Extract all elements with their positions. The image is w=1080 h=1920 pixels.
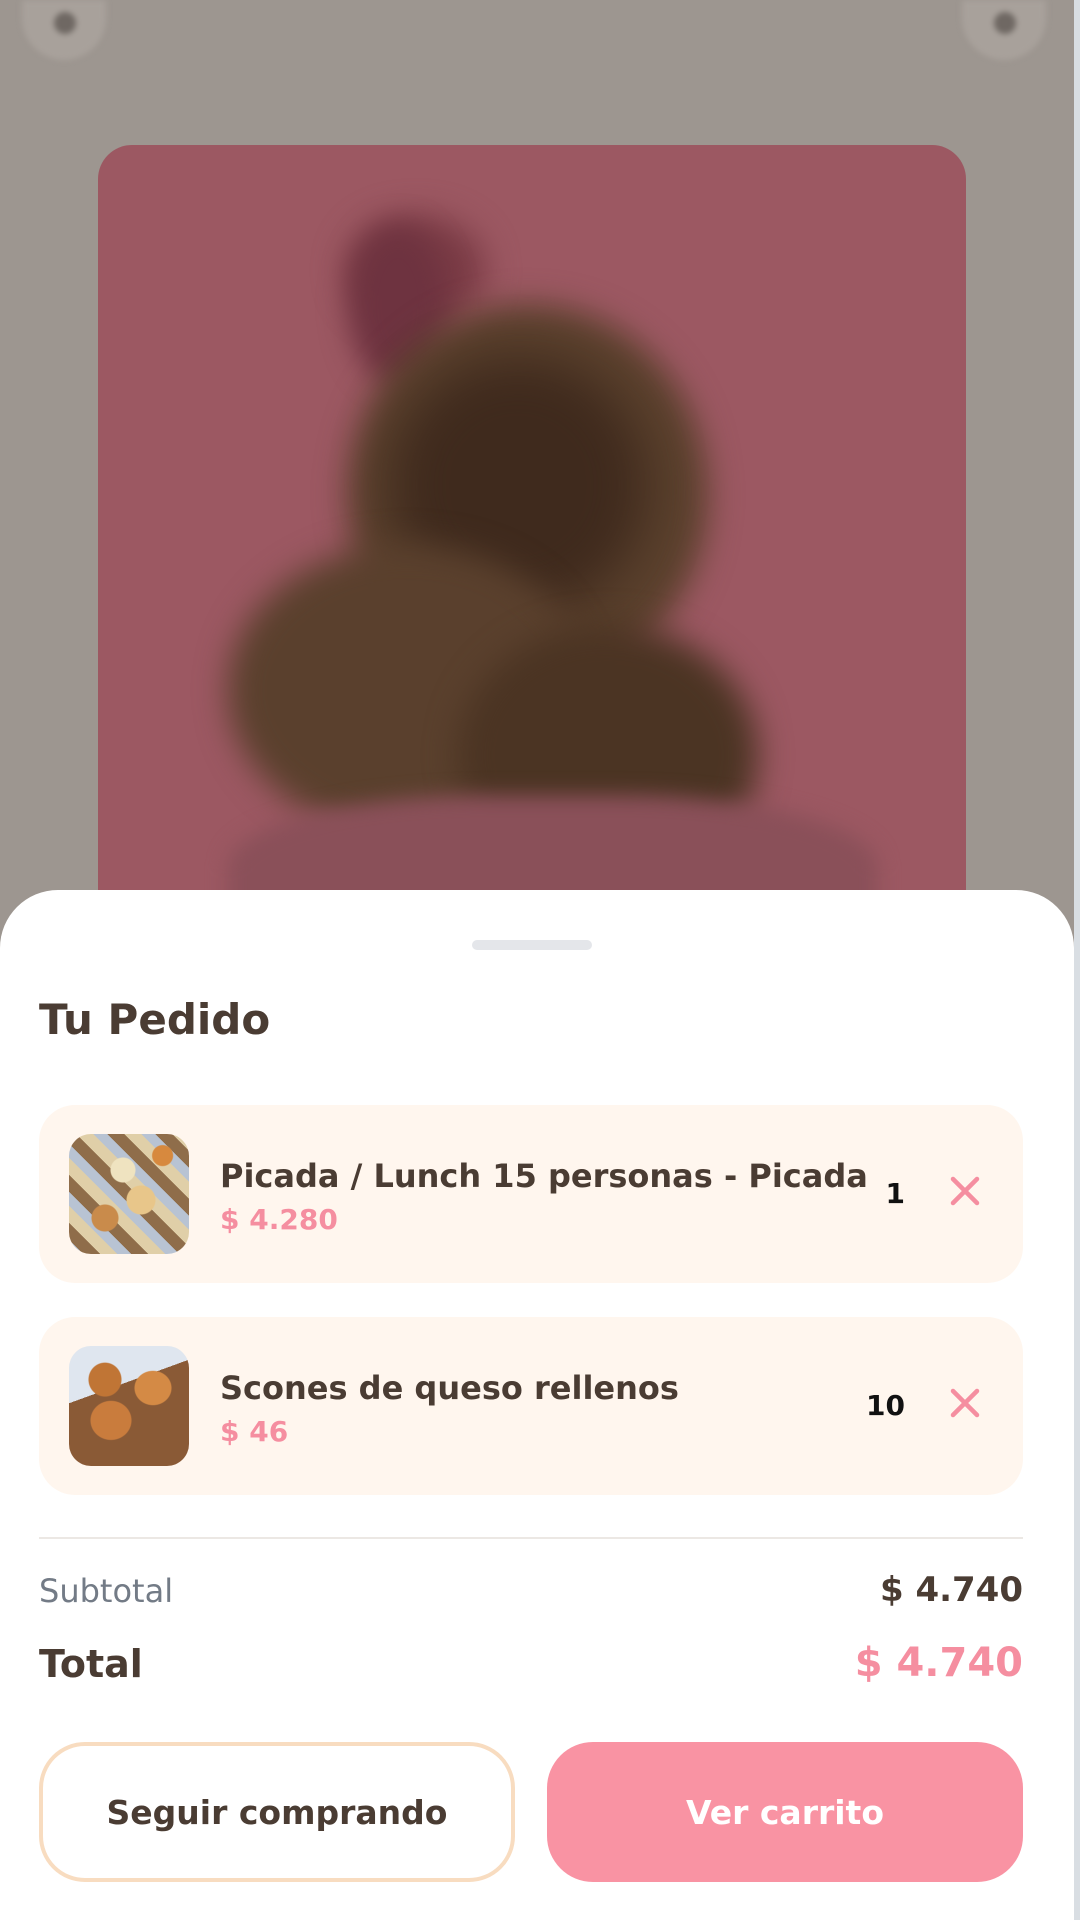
total-label: Total <box>39 1642 143 1686</box>
item-name: Picada / Lunch 15 personas - Picada <box>220 1157 868 1195</box>
subtotal-label: Subtotal <box>39 1572 174 1610</box>
item-thumbnail <box>69 1134 189 1254</box>
favorite-button[interactable] <box>962 0 1046 60</box>
back-button[interactable] <box>22 0 106 60</box>
close-icon <box>950 1176 980 1206</box>
item-quantity: 10 <box>866 1389 905 1422</box>
total-value: $ 4.740 <box>854 1640 1023 1686</box>
remove-item-button[interactable] <box>947 1385 983 1421</box>
remove-item-button[interactable] <box>947 1173 983 1209</box>
sheet-drag-handle[interactable] <box>472 940 592 950</box>
item-price: $ 4.280 <box>220 1203 338 1236</box>
item-name: Scones de queso rellenos <box>220 1369 679 1407</box>
scrollbar-edge <box>1074 0 1080 1920</box>
continue-shopping-button[interactable]: Seguir comprando <box>39 1742 515 1882</box>
close-icon <box>950 1388 980 1418</box>
view-cart-button[interactable]: Ver carrito <box>547 1742 1023 1882</box>
item-price: $ 46 <box>220 1415 289 1448</box>
subtotal-value: $ 4.740 <box>879 1570 1023 1610</box>
item-thumbnail <box>69 1346 189 1466</box>
order-bottom-sheet: Tu Pedido Picada / Lunch 15 personas - P… <box>0 890 1074 1920</box>
cart-item: Scones de queso rellenos $ 46 10 <box>39 1317 1023 1495</box>
item-quantity: 1 <box>885 1177 905 1210</box>
sheet-title: Tu Pedido <box>39 995 271 1044</box>
app-screen: Tu Pedido Picada / Lunch 15 personas - P… <box>0 0 1080 1920</box>
divider <box>39 1537 1023 1539</box>
heart-icon <box>994 12 1016 34</box>
back-icon <box>54 12 76 34</box>
cart-item: Picada / Lunch 15 personas - Picada $ 4.… <box>39 1105 1023 1283</box>
